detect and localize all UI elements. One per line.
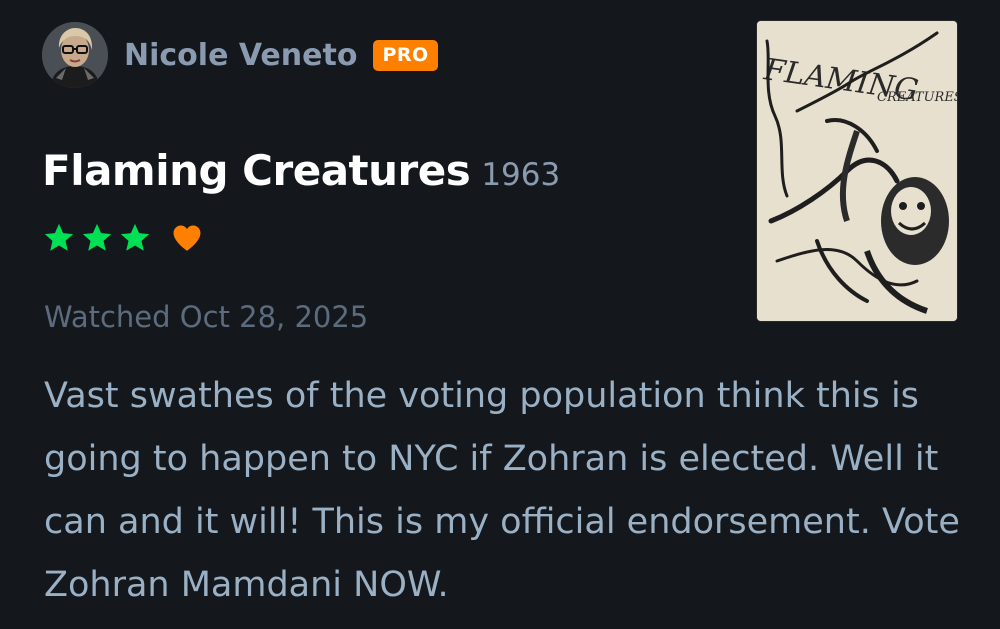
poster-title-line2: CREATURES (877, 90, 957, 105)
username[interactable]: Nicole Veneto (124, 38, 357, 73)
film-year[interactable]: 1963 (481, 157, 560, 193)
star-icon (120, 223, 150, 251)
star-icon (44, 223, 74, 251)
heart-icon (173, 225, 201, 251)
review-header: Nicole Veneto PRO (42, 21, 438, 89)
review-card: Nicole Veneto PRO Flaming Creatures 1963… (0, 0, 1000, 629)
watched-date: Watched Oct 28, 2025 (44, 300, 369, 334)
pro-badge: PRO (373, 39, 438, 71)
film-title[interactable]: Flaming Creatures (42, 146, 471, 195)
star-icon (82, 223, 112, 251)
user-avatar[interactable] (42, 22, 108, 88)
review-text: Vast swathes of the voting population th… (44, 376, 960, 605)
film-title-row: Flaming Creatures 1963 (42, 146, 560, 195)
film-poster[interactable]: FLAMING CREATURES (757, 21, 957, 321)
rating-row (42, 221, 204, 255)
